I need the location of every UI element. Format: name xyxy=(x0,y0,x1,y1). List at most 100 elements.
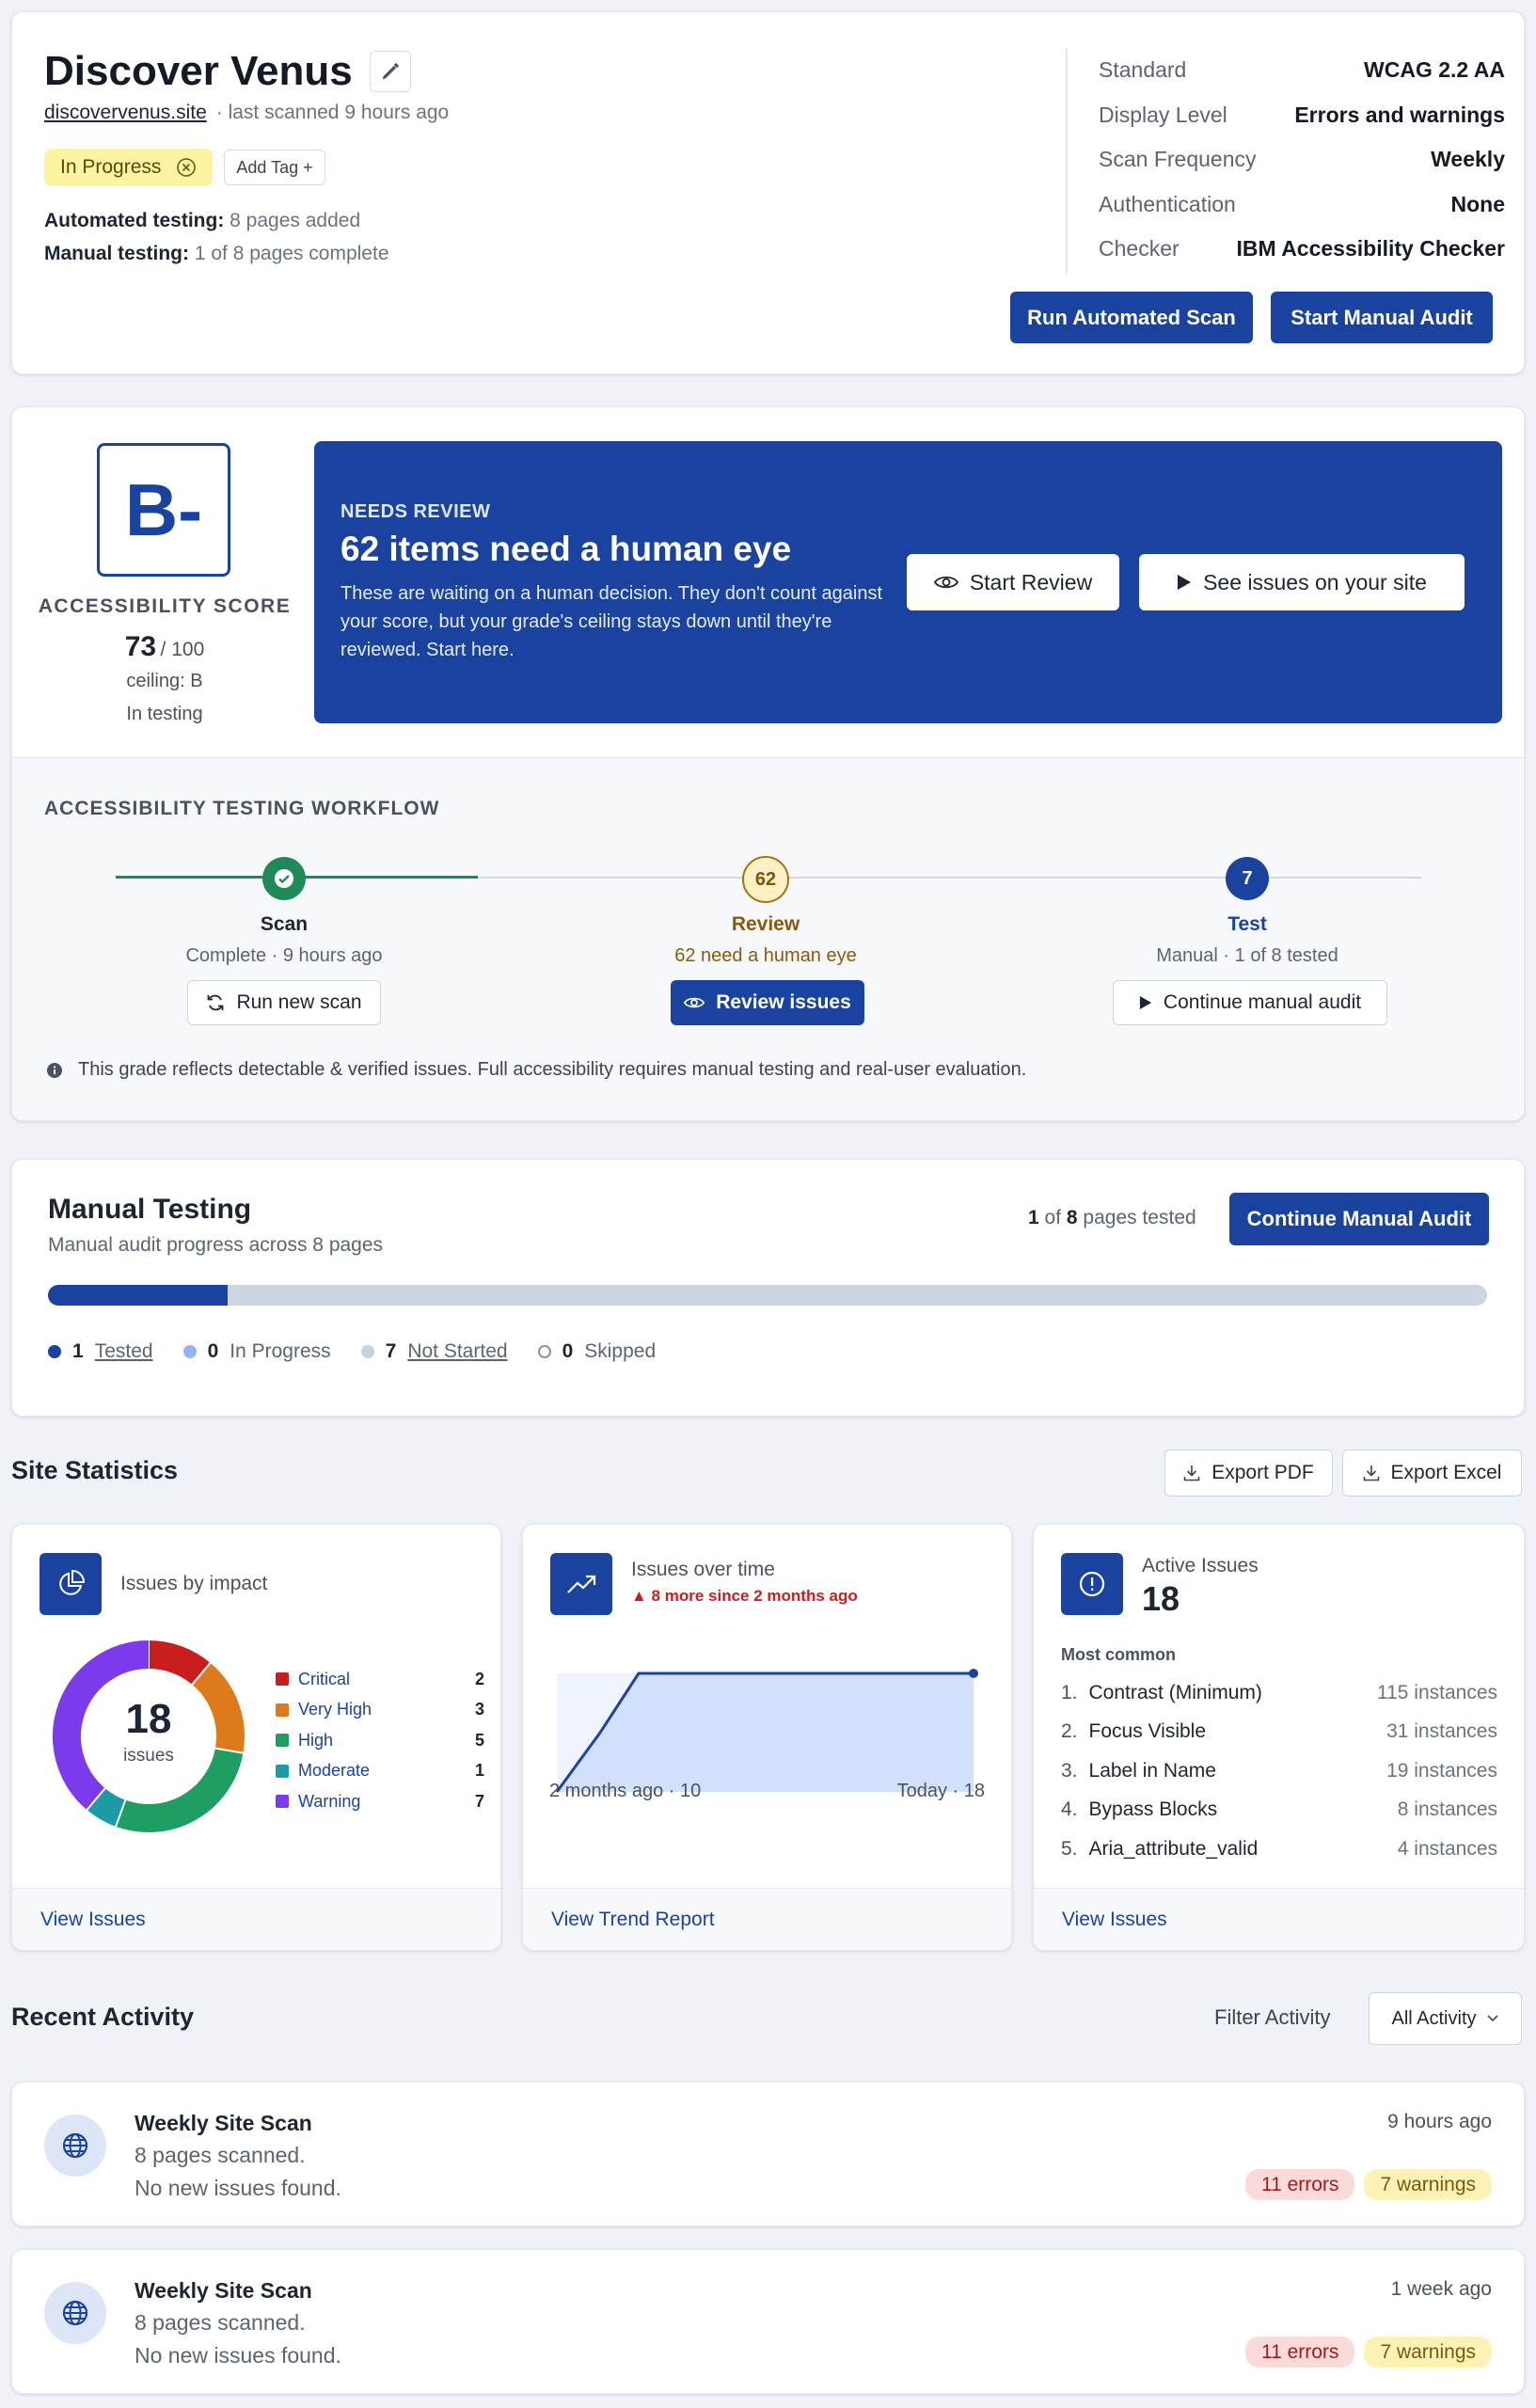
errors-badge: 11 errors xyxy=(1244,2169,1355,2200)
common-issue-row[interactable]: 1. Contrast (Minimum) 115 instances xyxy=(1061,1673,1497,1713)
trend-area-chart xyxy=(555,1669,978,1793)
impact-category-label[interactable]: Very High xyxy=(298,1700,372,1719)
legend-swatch xyxy=(276,1734,289,1748)
play-icon xyxy=(1139,996,1152,1009)
activity-line-1: 8 pages scanned. xyxy=(135,2143,306,2167)
donut-total: 18 xyxy=(125,1696,172,1742)
see-issues-label: See issues on your site xyxy=(1203,569,1427,594)
site-statistics-title: Site Statistics xyxy=(11,1456,179,1484)
manual-testing-value: 1 of 8 pages complete xyxy=(194,243,389,264)
impact-legend: Critical 2 Very High 3 High 5 Moderate 1 Warning… xyxy=(276,1664,484,1817)
review-step-badge: 62 xyxy=(742,856,789,903)
run-new-scan-label: Run new scan xyxy=(236,991,362,1013)
export-excel-button[interactable]: Export Excel xyxy=(1342,1450,1522,1497)
start-manual-audit-button[interactable]: Start Manual Audit xyxy=(1271,292,1493,343)
test-step-name: Test xyxy=(1227,913,1267,935)
common-issue-row[interactable]: 5. Aria_attribute_valid 4 instances xyxy=(1061,1830,1497,1869)
automated-testing-value: 8 pages added xyxy=(230,210,361,231)
pie-chart-icon xyxy=(40,1553,102,1615)
pages-tested-count: 1 xyxy=(1028,1207,1039,1228)
impact-legend-row: Very High 3 xyxy=(276,1695,484,1726)
view-active-issues-link[interactable]: View Issues xyxy=(1062,1909,1167,1931)
common-issue-row[interactable]: 4. Bypass Blocks 8 instances xyxy=(1061,1791,1497,1830)
impact-category-value: 1 xyxy=(474,1761,484,1781)
continue-manual-audit-link-button[interactable]: Continue manual audit xyxy=(1113,980,1387,1025)
impact-category-label[interactable]: Warning xyxy=(298,1792,360,1812)
setting-row: Authentication None xyxy=(1099,182,1505,228)
common-issue-number: 2. xyxy=(1061,1720,1078,1743)
legend-not-started[interactable]: 7 Not Started xyxy=(360,1340,508,1363)
grade-note-text: This grade reflects detectable & verifie… xyxy=(78,1059,1027,1080)
view-issues-link[interactable]: View Issues xyxy=(40,1909,146,1931)
tag-row: In Progress Add Tag + xyxy=(44,149,325,186)
activity-filter-select[interactable]: All Activity xyxy=(1369,1992,1522,2045)
impact-category-label[interactable]: Critical xyxy=(298,1670,350,1689)
setting-row: Standard WCAG 2.2 AA xyxy=(1099,48,1505,93)
pages-tested-text: pages tested xyxy=(1083,1207,1196,1228)
review-issues-button[interactable]: Review issues xyxy=(671,980,864,1025)
impact-category-value: 7 xyxy=(474,1791,484,1811)
warnings-badge: 7 warnings xyxy=(1364,2337,1492,2368)
progress-legend: 1 Tested 0 In Progress 7 Not Started 0 Skipped xyxy=(48,1340,686,1363)
review-step-detail: 62 need a human eye xyxy=(674,945,857,966)
banner-title: 62 items need a human eye xyxy=(340,530,792,568)
continue-manual-audit-label: Continue manual audit xyxy=(1163,991,1362,1013)
donut-center: 18 issues xyxy=(50,1699,247,1766)
legend-swatch xyxy=(276,1672,289,1687)
setting-row: Checker IBM Accessibility Checker xyxy=(1099,227,1505,272)
legend-dot xyxy=(360,1345,374,1358)
activity-title: Weekly Site Scan xyxy=(135,2111,312,2135)
export-pdf-button[interactable]: Export PDF xyxy=(1164,1450,1333,1497)
common-issue-name: Bypass Blocks xyxy=(1088,1798,1218,1821)
start-review-button[interactable]: Start Review xyxy=(907,554,1119,610)
common-issue-number: 4. xyxy=(1061,1798,1078,1821)
info-icon xyxy=(47,1062,62,1078)
active-issues-count: 18 xyxy=(1142,1579,1180,1618)
see-issues-on-site-button[interactable]: See issues on your site xyxy=(1139,554,1465,610)
score-ceiling: ceiling: B xyxy=(126,671,203,691)
activity-time: 1 week ago xyxy=(1390,2278,1492,2300)
automated-testing-line: Automated testing: 8 pages added xyxy=(44,210,360,232)
run-automated-scan-button[interactable]: Run Automated Scan xyxy=(1010,292,1253,343)
donut-total-label: issues xyxy=(123,1746,174,1766)
activity-line-1: 8 pages scanned. xyxy=(135,2310,306,2335)
common-issue-count: 8 instances xyxy=(1397,1798,1497,1821)
legend-in-progress: 0 In Progress xyxy=(182,1340,331,1363)
continue-manual-audit-button[interactable]: Continue Manual Audit xyxy=(1229,1193,1489,1245)
setting-value: Errors and warnings xyxy=(1294,102,1505,127)
download-icon xyxy=(1363,1465,1379,1481)
setting-value: Weekly xyxy=(1431,147,1505,172)
run-new-scan-button[interactable]: Run new scan xyxy=(187,980,381,1025)
legend-count: 1 xyxy=(72,1340,84,1362)
view-trend-report-link[interactable]: View Trend Report xyxy=(551,1909,715,1931)
scan-settings-list: Standard WCAG 2.2 AA Display Level Errors a… xyxy=(1099,48,1505,272)
edit-title-button[interactable] xyxy=(369,51,411,92)
automated-testing-label: Automated testing: xyxy=(44,210,225,231)
add-tag-button[interactable]: Add Tag + xyxy=(224,150,325,185)
legend-tested[interactable]: 1 Tested xyxy=(48,1340,153,1363)
trend-end-label: Today · 18 xyxy=(896,1781,985,1801)
donut-slice-critical xyxy=(148,1640,211,1686)
manual-progress-fill xyxy=(48,1285,229,1306)
common-issue-count: 31 instances xyxy=(1386,1720,1497,1743)
status-tag[interactable]: In Progress xyxy=(44,149,214,186)
eye-icon xyxy=(684,997,705,1008)
activity-title: Weekly Site Scan xyxy=(135,2278,312,2303)
check-circle-icon xyxy=(275,869,293,888)
pages-of-text: of xyxy=(1044,1207,1062,1228)
common-issue-row[interactable]: 3. Label in Name 19 instances xyxy=(1061,1751,1497,1791)
setting-value: None xyxy=(1450,191,1506,216)
refresh-icon xyxy=(208,994,224,1011)
common-issue-row[interactable]: 2. Focus Visible 31 instances xyxy=(1061,1713,1497,1752)
score-value: 73 xyxy=(124,631,157,662)
close-circle-icon[interactable] xyxy=(176,157,197,178)
start-review-label: Start Review xyxy=(969,569,1093,594)
site-url-link[interactable]: discovervenus.site xyxy=(44,102,207,124)
score-workflow-card: B- ACCESSIBILITY SCORE 73 / 100 ceiling:… xyxy=(11,406,1525,1121)
impact-category-value: 5 xyxy=(474,1730,484,1750)
impact-category-label[interactable]: Moderate xyxy=(298,1761,370,1781)
scan-step-badge xyxy=(262,857,306,900)
activity-line-2: No new issues found. xyxy=(135,2176,341,2200)
impact-category-label[interactable]: High xyxy=(298,1731,333,1751)
manual-progress-bar xyxy=(48,1285,1487,1306)
